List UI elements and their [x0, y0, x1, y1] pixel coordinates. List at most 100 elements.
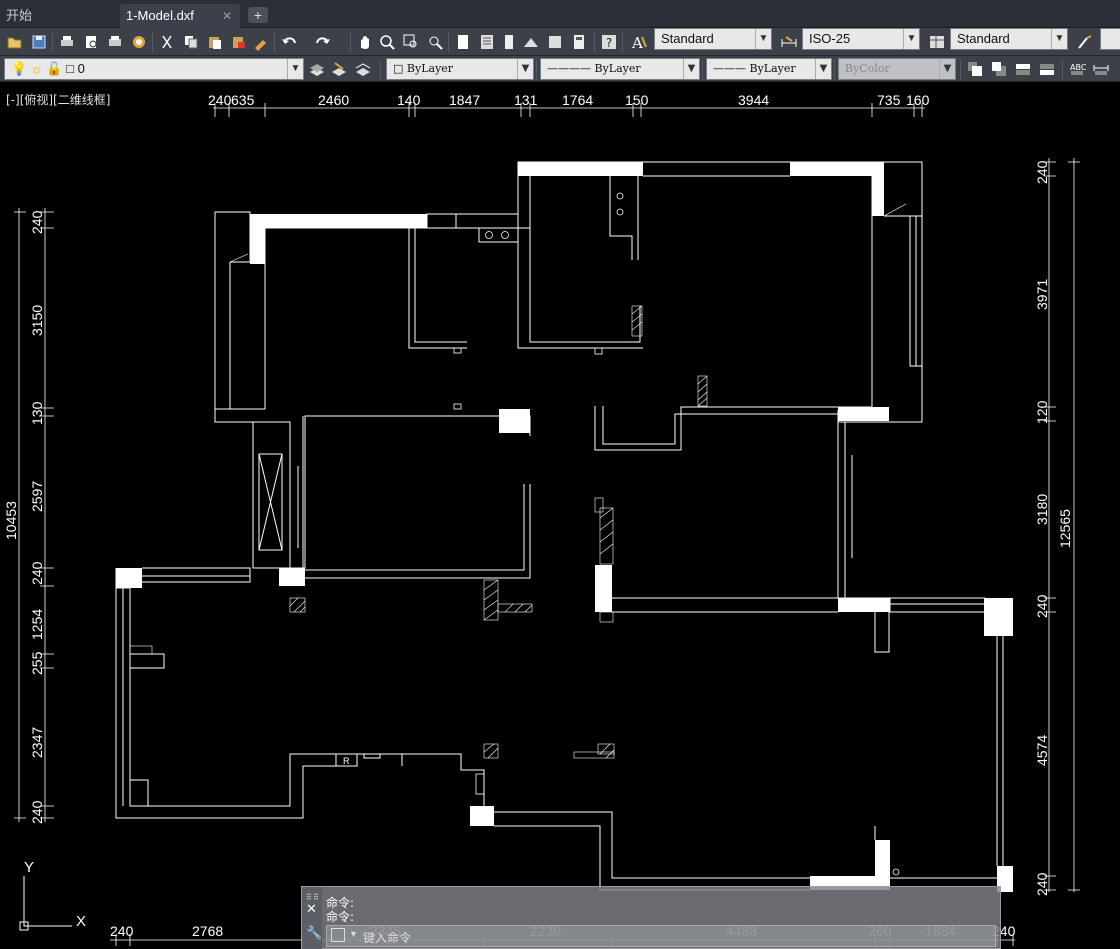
svg-text:?: ? [606, 36, 612, 50]
multileader-style-select[interactable] [1100, 28, 1120, 50]
chevron-down-icon: ▼ [1051, 29, 1067, 49]
dim-top-735: 735 [877, 92, 901, 108]
dim-left-130: 130 [29, 401, 45, 425]
plotstyle-select: ByColor ▼ [838, 58, 956, 80]
command-input-placeholder: 键入命令 [363, 931, 412, 945]
calculator-icon[interactable] [570, 33, 588, 51]
dim-left-240b: 240 [29, 561, 45, 585]
dimension-style-icon[interactable] [780, 33, 798, 51]
tool-palettes-icon[interactable] [500, 33, 518, 51]
cut-icon[interactable] [158, 33, 176, 51]
help-icon[interactable]: ? [600, 33, 618, 51]
dim-bottom-2768: 2768 [192, 923, 223, 939]
command-prompt-icon[interactable] [331, 928, 345, 942]
text-front-icon[interactable]: ABC [1068, 60, 1087, 78]
publish-icon[interactable] [106, 33, 124, 51]
paste-special-icon[interactable] [230, 33, 248, 51]
command-input[interactable]: ▼ 键入命令 [326, 925, 996, 947]
color-select[interactable]: □ ByLayer ▼ [386, 58, 534, 80]
dim-left-1254: 1254 [29, 609, 45, 640]
chevron-down-icon[interactable]: ▼ [349, 929, 358, 939]
print-icon[interactable] [58, 33, 76, 51]
make-current-layer-icon[interactable] [330, 60, 348, 78]
svg-text:ABC: ABC [1070, 63, 1086, 72]
command-line-grip[interactable]: ⠿⠿ ✕ 🔧 [302, 887, 322, 949]
bring-above-icon[interactable] [1014, 60, 1032, 78]
dim-right-240a: 240 [1034, 160, 1050, 184]
dim-front-icon[interactable] [1092, 60, 1110, 78]
zoom-realtime-icon[interactable] [378, 33, 396, 51]
layer-select[interactable]: 💡 ☼ 🔓 □ 0 ▼ [4, 58, 304, 80]
dim-top-1847: 1847 [449, 92, 480, 108]
close-icon[interactable]: ✕ [306, 901, 317, 917]
linetype-preview: ———— [547, 62, 591, 75]
chevron-down-icon: ▼ [755, 29, 771, 49]
lineweight-value: ByLayer [749, 62, 796, 75]
dim-right-240c: 240 [1034, 872, 1050, 896]
3d-print-icon[interactable] [130, 33, 148, 51]
close-tab-icon[interactable]: ✕ [222, 4, 232, 28]
layer-previous-icon[interactable] [354, 60, 372, 78]
text-style-icon[interactable]: A [630, 33, 648, 52]
table-style-icon[interactable] [928, 33, 946, 51]
paste-icon[interactable] [206, 33, 224, 51]
chevron-down-icon: ▼ [939, 59, 955, 79]
multileader-style-icon[interactable] [1076, 33, 1094, 51]
plot-preview-icon[interactable] [82, 33, 100, 51]
lightbulb-icon: 💡 [11, 61, 28, 76]
svg-text:A: A [631, 34, 643, 51]
design-center-icon[interactable] [478, 33, 496, 51]
color-swatch: □ [393, 62, 404, 75]
dim-left-2347: 2347 [29, 727, 45, 758]
bring-to-front-icon[interactable] [966, 60, 984, 78]
chevron-down-icon: ▼ [517, 59, 533, 79]
markup-icon[interactable] [546, 33, 564, 51]
ucs-x-label: X [76, 913, 86, 930]
undo-icon[interactable] [280, 33, 298, 51]
match-properties-icon[interactable] [252, 33, 270, 51]
redo-icon[interactable] [314, 33, 332, 51]
new-tab-button[interactable]: + [248, 7, 268, 23]
dim-top-140: 140 [397, 92, 421, 108]
color-value: ByLayer [406, 62, 454, 75]
text-style-select[interactable]: Standard ▼ [654, 28, 772, 50]
sun-icon: ☼ [30, 61, 43, 76]
dim-top-240: 240 [208, 92, 232, 108]
room-label-r: R [343, 756, 350, 766]
send-to-back-icon[interactable] [990, 60, 1008, 78]
plotstyle-value: ByColor [845, 62, 890, 75]
layer-color-swatch: □ [66, 61, 75, 76]
text-style-value: Standard [661, 31, 714, 46]
lineweight-select[interactable]: ——— ByLayer ▼ [706, 58, 832, 80]
copy-icon[interactable] [182, 33, 200, 51]
dim-bottom-240a: 240 [110, 923, 134, 939]
chevron-down-icon: ▼ [287, 59, 303, 79]
dim-top-1764: 1764 [562, 92, 593, 108]
zoom-previous-icon[interactable] [426, 33, 444, 51]
zoom-window-icon[interactable] [402, 33, 420, 51]
table-style-select[interactable]: Standard ▼ [950, 28, 1068, 50]
dim-right-3180: 3180 [1034, 494, 1050, 525]
dim-left-total: 10453 [3, 501, 19, 540]
tab-model-dxf[interactable]: 1-Model.dxf ✕ [120, 4, 240, 28]
save-icon[interactable] [30, 33, 48, 51]
open-icon[interactable] [6, 33, 24, 51]
layers-toolbar: 💡 ☼ 🔓 □ 0 ▼ □ ByLayer ▼ ———— ByLayer ▼ ———… [0, 56, 1120, 82]
tab-start[interactable]: 开始 [0, 4, 38, 28]
properties-icon[interactable] [454, 33, 472, 51]
dim-top-150: 150 [625, 92, 649, 108]
layer-properties-icon[interactable] [308, 60, 326, 78]
linetype-select[interactable]: ———— ByLayer ▼ [540, 58, 700, 80]
sheet-set-icon[interactable] [522, 33, 540, 51]
ucs-icon [19, 876, 72, 931]
dim-left-2597: 2597 [29, 481, 45, 512]
right-dimension-texts: 240 3971 120 3180 240 4574 240 12565 [1034, 160, 1073, 896]
customize-wrench-icon[interactable]: 🔧 [306, 925, 322, 941]
chevron-down-icon: ▼ [903, 29, 919, 49]
model-space-canvas[interactable]: R 240 635 2460 140 1847 131 1764 150 394… [0, 82, 1120, 949]
pan-icon[interactable] [356, 33, 374, 51]
dim-top-2460: 2460 [318, 92, 349, 108]
send-under-icon[interactable] [1038, 60, 1056, 78]
dimension-style-select[interactable]: ISO-25 ▼ [802, 28, 920, 50]
dim-top-635: 635 [231, 92, 255, 108]
